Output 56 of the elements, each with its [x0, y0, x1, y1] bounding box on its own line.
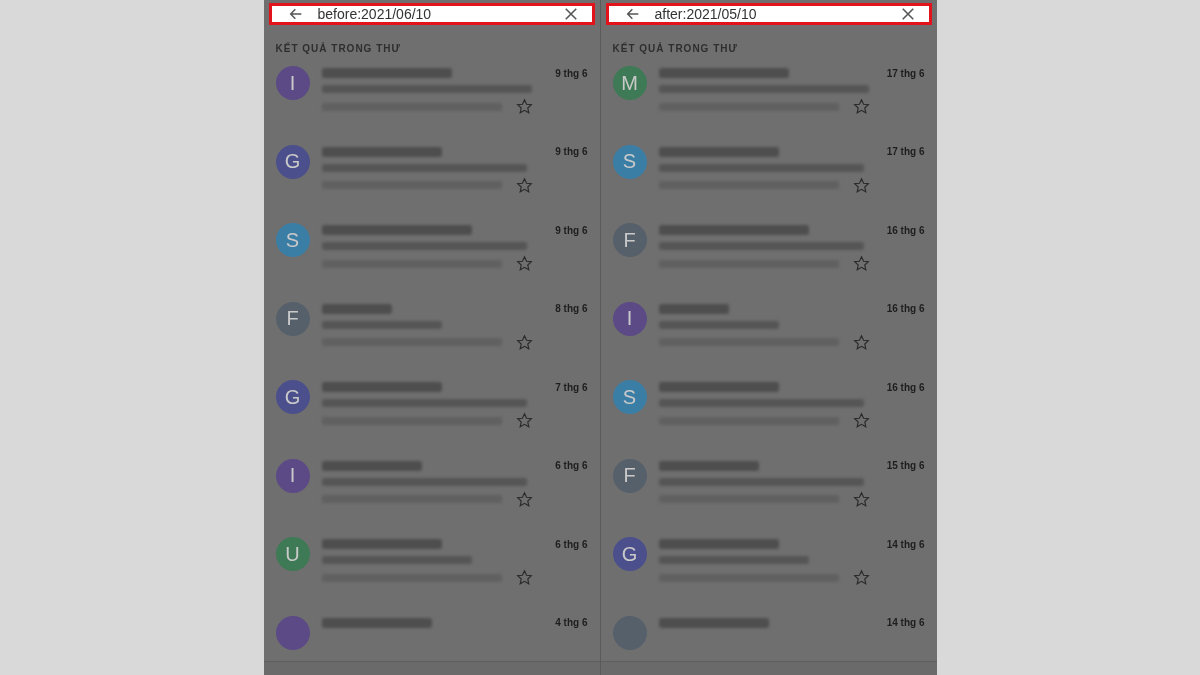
star-icon[interactable]: [515, 569, 533, 586]
email-date: 16 thg 6: [886, 303, 925, 314]
back-arrow-icon[interactable]: [287, 6, 304, 22]
star-icon[interactable]: [515, 255, 533, 272]
email-date: 14 thg 6: [886, 538, 925, 550]
email-date: 8 thg 6: [555, 303, 588, 314]
avatar: U: [275, 537, 310, 571]
email-date: 16 thg 6: [886, 381, 925, 393]
email-date: 17 thg 6: [886, 67, 925, 79]
email-date: 17 thg 6: [886, 146, 925, 157]
search-bar[interactable]: before:2021/06/10: [268, 3, 595, 25]
email-date: 9 thg 6: [555, 67, 588, 79]
avatar: G: [612, 537, 647, 571]
star-icon[interactable]: [852, 412, 870, 429]
back-arrow-icon[interactable]: [624, 6, 641, 22]
star-icon[interactable]: [852, 98, 870, 115]
star-icon[interactable]: [852, 255, 870, 272]
email-date: 4 thg 6: [555, 617, 588, 628]
star-icon[interactable]: [515, 412, 533, 429]
avatar: S: [275, 223, 310, 257]
email-date: 7 thg 6: [555, 381, 588, 393]
avatar: F: [612, 458, 647, 493]
close-icon[interactable]: [563, 7, 578, 21]
avatar: F: [275, 301, 310, 336]
avatar: S: [612, 144, 647, 179]
avatar: M: [612, 66, 647, 100]
star-icon[interactable]: [515, 490, 533, 508]
avatar: I: [275, 458, 310, 493]
email-date: 16 thg 6: [886, 224, 925, 236]
avatar: S: [612, 380, 647, 414]
star-icon[interactable]: [515, 333, 533, 351]
star-icon[interactable]: [515, 98, 533, 115]
search-field[interactable]: after:2021/05/10: [654, 6, 887, 22]
section-label: KẾT QUẢ TRONG THƯ: [612, 43, 739, 54]
avatar: I: [612, 301, 647, 336]
avatar: G: [275, 144, 310, 179]
email-date: 14 thg 6: [886, 617, 925, 628]
star-icon[interactable]: [852, 490, 870, 508]
star-icon[interactable]: [852, 333, 870, 351]
avatar: I: [275, 66, 310, 100]
blurred-text: [658, 303, 729, 314]
star-icon[interactable]: [852, 569, 870, 586]
email-date: 9 thg 6: [555, 224, 588, 236]
email-date: 6 thg 6: [555, 460, 588, 471]
close-icon[interactable]: [900, 7, 915, 21]
blurred-text: [321, 303, 392, 314]
avatar: G: [275, 380, 310, 414]
avatar: F: [612, 223, 647, 257]
email-date: 9 thg 6: [555, 146, 588, 157]
star-icon[interactable]: [852, 176, 870, 194]
section-label: KẾT QUẢ TRONG THƯ: [275, 43, 402, 54]
email-date: 6 thg 6: [555, 538, 588, 550]
search-bar[interactable]: after:2021/05/10: [605, 3, 932, 25]
email-date: 15 thg 6: [886, 460, 925, 471]
star-icon[interactable]: [515, 176, 533, 194]
search-field[interactable]: before:2021/06/10: [317, 6, 550, 22]
